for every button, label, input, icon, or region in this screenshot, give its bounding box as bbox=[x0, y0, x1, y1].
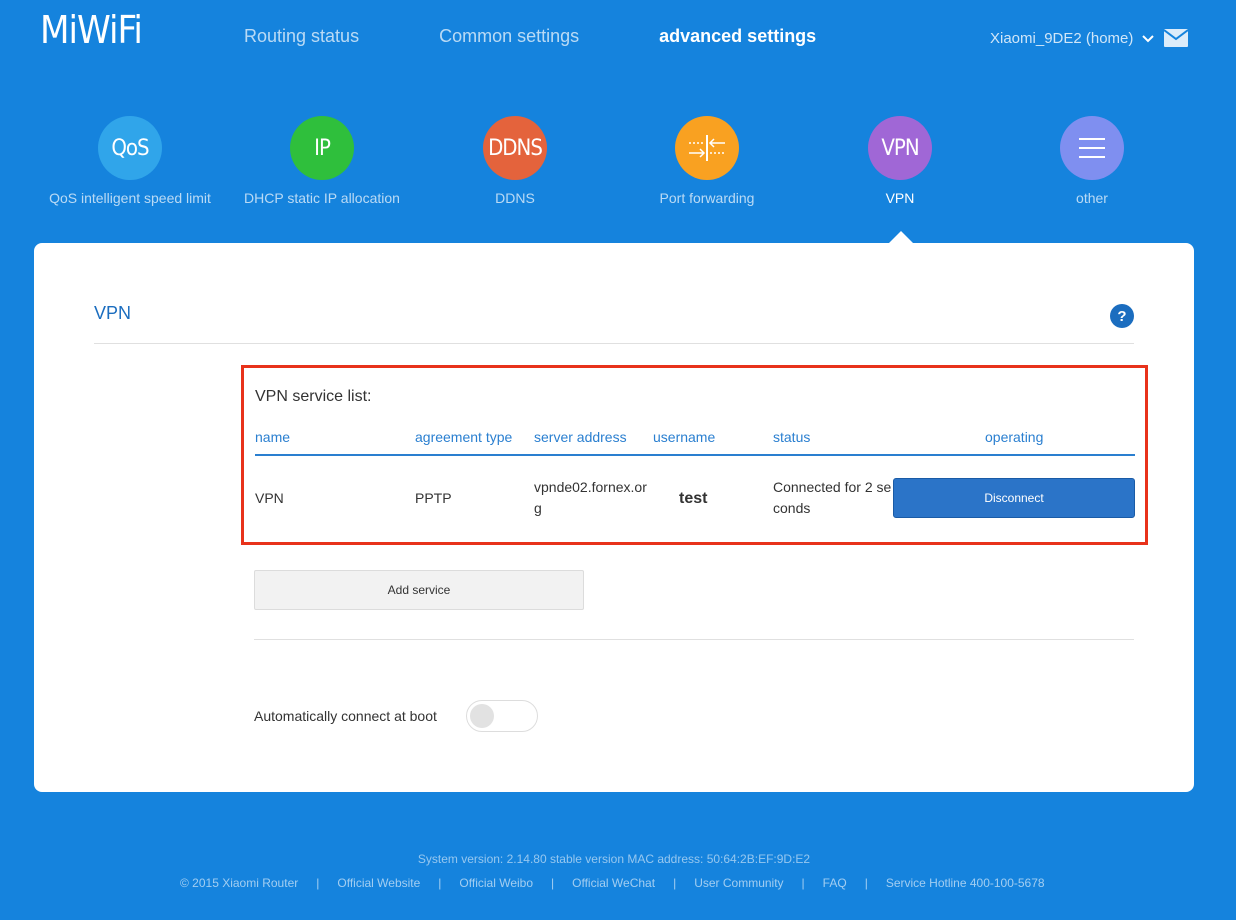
col-status: status bbox=[773, 429, 811, 445]
link-official-weibo[interactable]: Official Weibo bbox=[459, 876, 533, 890]
divider bbox=[94, 343, 1134, 344]
row-name: VPN bbox=[255, 490, 284, 506]
arrows-icon bbox=[689, 135, 725, 161]
vpn-icon: VPN bbox=[868, 116, 932, 180]
header: MiWiFi Routing status Common settings ad… bbox=[0, 0, 1236, 80]
row-username: test bbox=[679, 490, 708, 507]
toggle-knob bbox=[470, 704, 494, 728]
header-underline bbox=[255, 454, 1135, 456]
port-forwarding-icon bbox=[675, 116, 739, 180]
list-heading: VPN service list: bbox=[255, 388, 372, 405]
func-label: Port forwarding bbox=[659, 190, 755, 206]
qos-icon: QoS bbox=[98, 116, 162, 180]
router-name: Xiaomi_9DE2 (home) bbox=[990, 30, 1134, 47]
ddns-icon: DDNS bbox=[483, 116, 547, 180]
separator: | bbox=[316, 876, 320, 890]
mail-icon[interactable] bbox=[1164, 29, 1188, 47]
col-operating: operating bbox=[985, 429, 1044, 445]
help-icon[interactable]: ? bbox=[1110, 304, 1134, 328]
vpn-service-list: VPN service list: name agreement type se… bbox=[241, 365, 1148, 545]
ip-icon: IP bbox=[290, 116, 354, 180]
page-title: VPN bbox=[94, 303, 132, 323]
menu-icon bbox=[1060, 116, 1124, 180]
vpn-panel: VPN ? VPN service list: name agreement t… bbox=[34, 243, 1194, 792]
function-row: QoS QoS intelligent speed limit IP DHCP … bbox=[0, 116, 1236, 226]
hamburger-icon bbox=[1079, 138, 1105, 158]
router-selector[interactable]: Xiaomi_9DE2 (home) bbox=[990, 30, 1155, 47]
func-vpn[interactable]: VPN VPN bbox=[800, 116, 1000, 206]
link-faq[interactable]: FAQ bbox=[823, 876, 847, 890]
link-user-community[interactable]: User Community bbox=[694, 876, 783, 890]
add-service-button[interactable]: Add service bbox=[254, 570, 584, 610]
nav-advanced-settings[interactable]: advanced settings bbox=[659, 26, 816, 47]
disconnect-button[interactable]: Disconnect bbox=[893, 478, 1135, 518]
func-qos[interactable]: QoS QoS intelligent speed limit bbox=[30, 116, 230, 206]
func-label: DHCP static IP allocation bbox=[244, 190, 400, 206]
copyright: © 2015 Xiaomi Router bbox=[180, 876, 299, 890]
func-ddns[interactable]: DDNS DDNS bbox=[415, 116, 615, 206]
separator: | bbox=[801, 876, 805, 890]
func-label: DDNS bbox=[495, 190, 535, 206]
auto-connect-label: Automatically connect at boot bbox=[254, 708, 437, 724]
link-official-wechat[interactable]: Official WeChat bbox=[572, 876, 655, 890]
row-server-line: vpnde02.fornex.or bbox=[534, 479, 647, 495]
nav-routing-status[interactable]: Routing status bbox=[244, 26, 359, 47]
col-server-address: server address bbox=[534, 429, 627, 445]
row-server-line: g bbox=[534, 500, 542, 516]
link-official-website[interactable]: Official Website bbox=[337, 876, 420, 890]
footer-links: © 2015 Xiaomi Router | Official Website … bbox=[180, 876, 1045, 890]
func-port-forwarding[interactable]: Port forwarding bbox=[607, 116, 807, 206]
func-label: VPN bbox=[885, 190, 915, 206]
system-version: System version: 2.14.80 stable version M… bbox=[417, 852, 811, 866]
link-service-hotline[interactable]: Service Hotline 400-100-5678 bbox=[886, 876, 1045, 890]
separator: | bbox=[864, 876, 868, 890]
miwifi-logo[interactable]: MiWiFi bbox=[40, 8, 143, 52]
row-status: Connected for 2 se conds bbox=[773, 477, 891, 519]
nav-common-settings[interactable]: Common settings bbox=[439, 26, 579, 47]
func-label: other bbox=[1076, 190, 1108, 206]
separator: | bbox=[673, 876, 677, 890]
col-agreement-type: agreement type bbox=[415, 429, 513, 445]
col-username: username bbox=[653, 429, 716, 445]
auto-connect-toggle[interactable] bbox=[466, 700, 538, 732]
row-status-line: conds bbox=[773, 500, 811, 516]
divider bbox=[254, 639, 1134, 640]
active-pointer bbox=[889, 231, 913, 243]
row-status-line: Connected for 2 se bbox=[773, 479, 892, 495]
row-type: PPTP bbox=[415, 490, 452, 506]
func-label: QoS intelligent speed limit bbox=[49, 190, 211, 206]
func-dhcp-static-ip[interactable]: IP DHCP static IP allocation bbox=[222, 116, 422, 206]
separator: | bbox=[438, 876, 442, 890]
func-other[interactable]: other bbox=[992, 116, 1192, 206]
row-server: vpnde02.fornex.or g bbox=[534, 477, 647, 519]
separator: | bbox=[551, 876, 555, 890]
top-nav: Routing status Common settings advanced … bbox=[244, 26, 896, 47]
chevron-down-icon bbox=[1142, 34, 1155, 42]
col-name: name bbox=[255, 429, 291, 445]
